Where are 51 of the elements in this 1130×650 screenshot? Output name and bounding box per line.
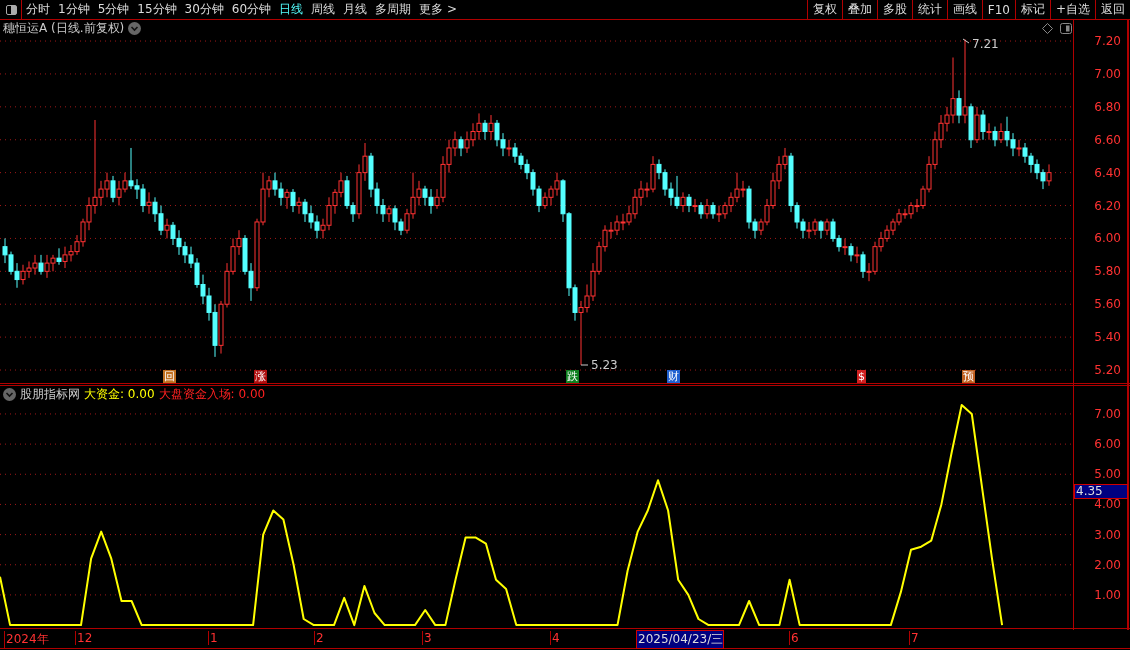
indicator-name: 股朋指标网 — [20, 386, 80, 403]
time-axis-label: 3 — [422, 631, 432, 645]
time-axis-label: 6 — [789, 631, 799, 645]
value-axis-label: 3.00 — [1094, 527, 1121, 542]
cursor-date-label: 2025/04/23/三 — [636, 630, 725, 649]
event-marker[interactable]: 预 — [962, 370, 975, 383]
price-axis-label: 6.80 — [1094, 99, 1121, 114]
time-axis-label: 1 — [208, 631, 218, 645]
current-value-tag: 4.35 — [1074, 483, 1128, 499]
event-marker[interactable]: 跌 — [566, 370, 579, 383]
legend-item: 大盘资金入场: 0.00 — [158, 386, 266, 403]
value-axis-label: 4.00 — [1094, 497, 1121, 512]
price-axis-label: 7.00 — [1094, 66, 1121, 81]
time-axis-label: 7 — [909, 631, 919, 645]
value-axis-label: 5.00 — [1094, 467, 1121, 482]
price-axis-label: 6.20 — [1094, 198, 1121, 213]
price-axis-label: 7.20 — [1094, 34, 1121, 49]
price-axis-label: 5.40 — [1094, 330, 1121, 345]
period-tab[interactable]: 15分钟 — [133, 1, 181, 18]
event-marker[interactable]: $ — [857, 370, 866, 383]
period-tab[interactable]: 多周期 — [371, 1, 416, 18]
legend-item: 大资金: 0.00 — [84, 386, 155, 403]
value-axis-label: 1.00 — [1094, 587, 1121, 602]
period-tab[interactable]: 月线 — [339, 1, 372, 18]
price-axis-label: 5.80 — [1094, 264, 1121, 279]
time-axis-label: 4 — [550, 631, 560, 645]
stock-title: 穗恒运A (日线.前复权) — [3, 20, 125, 37]
period-tab[interactable]: 60分钟 — [227, 1, 276, 18]
period-tab[interactable]: 周线 — [307, 1, 340, 18]
period-tab[interactable]: 1分钟 — [54, 1, 94, 18]
period-tab[interactable]: 分时 — [22, 1, 54, 18]
price-axis-label: 5.60 — [1094, 297, 1121, 312]
period-tab[interactable]: 更多 > — [415, 1, 461, 18]
period-tab[interactable]: 5分钟 — [93, 1, 134, 18]
time-axis-label: 12 — [75, 631, 93, 645]
event-marker[interactable]: 回 — [163, 370, 176, 383]
period-tab[interactable]: 日线 — [275, 1, 308, 18]
value-axis-label: 6.00 — [1094, 437, 1121, 452]
time-axis-label: 2024年 — [4, 631, 49, 648]
value-axis-label: 7.00 — [1094, 406, 1121, 421]
time-axis-label: 2 — [314, 631, 324, 645]
low-price-label: 5.23 — [591, 358, 618, 372]
event-marker[interactable]: 涨 — [254, 370, 267, 383]
high-price-label: 7.21 — [972, 37, 999, 51]
price-axis-label: 6.40 — [1094, 165, 1121, 180]
value-axis-label: 2.00 — [1094, 557, 1121, 572]
event-marker[interactable]: 财 — [667, 370, 680, 383]
price-axis-label: 6.00 — [1094, 231, 1121, 246]
price-axis-label: 5.20 — [1094, 363, 1121, 377]
period-tab[interactable]: 30分钟 — [180, 1, 228, 18]
price-axis-label: 6.60 — [1094, 132, 1121, 147]
